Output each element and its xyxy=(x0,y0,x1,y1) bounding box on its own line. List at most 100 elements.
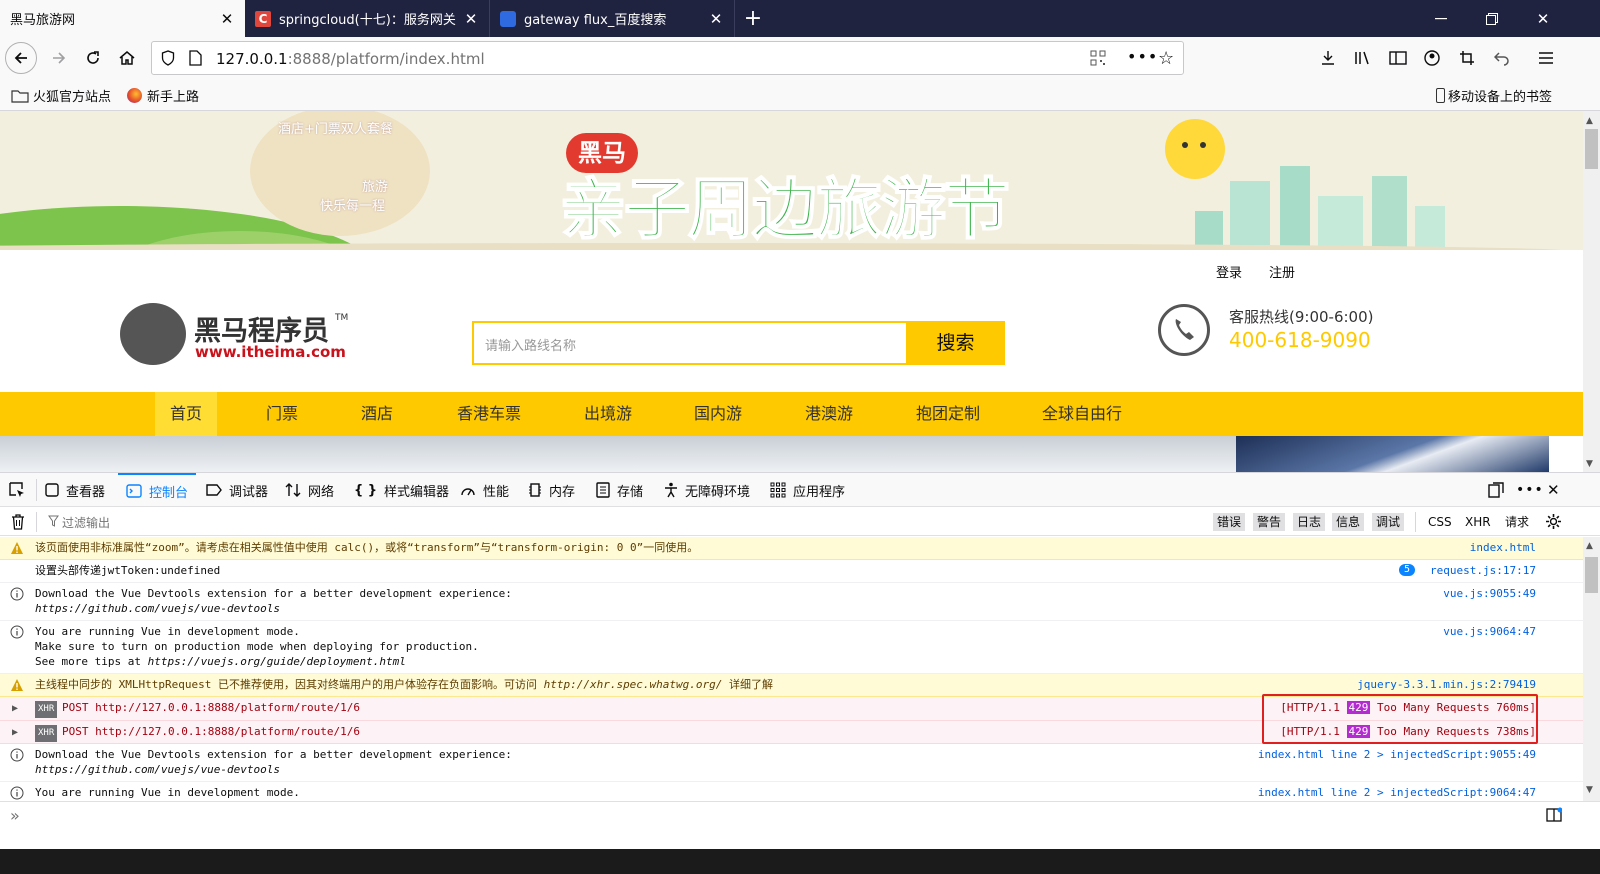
nav-domestic[interactable]: 国内游 xyxy=(685,392,751,436)
tab-style-editor[interactable]: { } 样式编辑器 xyxy=(354,473,449,507)
devtools-more-icon[interactable]: ••• xyxy=(1516,473,1544,507)
filter-errors[interactable]: 错误 xyxy=(1213,513,1246,531)
scroll-down-icon[interactable]: ▼ xyxy=(1586,785,1593,795)
tab-springcloud[interactable]: C springcloud(十七)：服务网关 ✕ xyxy=(245,0,490,37)
search-input[interactable]: 请输入路线名称 xyxy=(472,321,906,365)
nav-tickets[interactable]: 门票 xyxy=(252,392,312,436)
tab-inspector[interactable]: 查看器 xyxy=(45,473,105,507)
register-link[interactable]: 注册 xyxy=(1269,262,1295,281)
page-actions-icon[interactable]: ••• xyxy=(1127,47,1158,66)
bookmark-firefox-site[interactable]: 火狐官方站点 xyxy=(11,86,111,105)
filter-info[interactable]: 信息 xyxy=(1332,513,1365,531)
tab-console[interactable]: 控制台 xyxy=(118,473,197,507)
log-message: Download the Vue Devtools extension for … xyxy=(35,748,512,776)
hamburger-menu-icon[interactable] xyxy=(1530,42,1562,74)
filter-input[interactable]: 过滤输出 xyxy=(62,514,1192,531)
bookmark-getting-started[interactable]: 新手上路 xyxy=(127,86,199,105)
undo-icon[interactable] xyxy=(1486,42,1518,74)
filter-requests[interactable]: 请求 xyxy=(1505,513,1529,531)
nav-hk-bus[interactable]: 香港车票 xyxy=(445,392,533,436)
account-icon[interactable] xyxy=(1416,42,1448,74)
nav-group-custom[interactable]: 抱团定制 xyxy=(905,392,991,436)
log-source-link[interactable]: vue.js:9055:49 xyxy=(1443,586,1536,601)
close-icon[interactable]: ✕ xyxy=(463,11,479,27)
new-tab-plus-icon[interactable]: + xyxy=(735,0,771,37)
minimize-icon[interactable] xyxy=(1418,0,1464,37)
filter-logs[interactable]: 日志 xyxy=(1293,513,1326,531)
shield-icon[interactable] xyxy=(161,50,175,66)
home-icon[interactable] xyxy=(111,42,143,74)
console-input[interactable]: » xyxy=(0,801,1600,847)
tab-network[interactable]: 网络 xyxy=(285,473,334,507)
nav-free-travel[interactable]: 全球自由行 xyxy=(1033,392,1131,436)
url-bar[interactable]: 127.0.0.1:8888/platform/index.html ••• ☆ xyxy=(151,41,1184,75)
back-arrow-icon[interactable] xyxy=(5,42,37,74)
url-text[interactable]: 127.0.0.1:8888/platform/index.html xyxy=(216,50,485,68)
tab-baidu[interactable]: gateway flux_百度搜索 ✕ xyxy=(490,0,735,37)
console-info-row[interactable]: Download the Vue Devtools extension for … xyxy=(0,583,1583,621)
sidebar-icon[interactable] xyxy=(1382,42,1414,74)
dock-side-icon[interactable] xyxy=(1488,473,1504,507)
filter-debug[interactable]: 调试 xyxy=(1372,513,1405,531)
nav-outbound[interactable]: 出境游 xyxy=(575,392,641,436)
scroll-thumb[interactable] xyxy=(1585,557,1598,593)
page-scrollbar[interactable]: ▲ ▼ xyxy=(1583,111,1600,472)
log-source-link[interactable]: request.js:17:17 xyxy=(1430,563,1536,578)
scroll-up-icon[interactable]: ▲ xyxy=(1586,541,1593,551)
filter-warnings[interactable]: 警告 xyxy=(1253,513,1286,531)
scroll-down-icon[interactable]: ▼ xyxy=(1586,459,1593,469)
forward-arrow-icon[interactable] xyxy=(43,42,75,74)
login-link[interactable]: 登录 xyxy=(1216,262,1242,281)
filter-xhr[interactable]: XHR xyxy=(1465,513,1491,531)
tab-memory[interactable]: 内存 xyxy=(528,473,575,507)
tab-heima[interactable]: 黑马旅游网 ✕ xyxy=(0,0,245,37)
console-info-row[interactable]: You are running Vue in development mode.… xyxy=(0,621,1583,674)
scroll-thumb[interactable] xyxy=(1585,129,1598,169)
console-warning-row[interactable]: 该页面使用非标准属性“zoom”。请考虑在相关属性值中使用 calc()，或将“… xyxy=(0,537,1583,560)
tab-accessibility[interactable]: 无障碍环境 xyxy=(664,473,750,507)
devtools-close-icon[interactable]: ✕ xyxy=(1547,473,1560,507)
console-info-row[interactable]: Download the Vue Devtools extension for … xyxy=(0,744,1583,782)
page-info-icon[interactable] xyxy=(189,50,202,66)
search-button[interactable]: 搜索 xyxy=(906,321,1005,365)
log-source-link[interactable]: index.html line 2 > injectedScript:9064:… xyxy=(1258,785,1536,800)
devtools-panel: 查看器 控制台 调试器 网络 { } 样式编辑器 性能 内存 存储 无障碍环境 应… xyxy=(0,472,1600,874)
filter-css[interactable]: CSS xyxy=(1428,513,1452,531)
phone-icon xyxy=(1158,304,1210,356)
editor-mode-icon[interactable] xyxy=(1546,807,1562,823)
promo-banner[interactable]: 酒店+门票双人套餐 旅游 快乐每一程 黑马 亲子周边旅游节 xyxy=(0,111,1583,250)
trash-icon[interactable] xyxy=(11,514,25,530)
tab-application[interactable]: 应用程序 xyxy=(770,473,845,507)
settings-gear-icon[interactable] xyxy=(1545,513,1562,530)
mobile-bookmarks[interactable]: 移动设备上的书签 xyxy=(1436,86,1552,105)
nav-hk-macau[interactable]: 港澳游 xyxy=(796,392,862,436)
expand-arrow-icon[interactable]: ▶ xyxy=(12,701,18,716)
tab-storage[interactable]: 存储 xyxy=(596,473,643,507)
scroll-up-icon[interactable]: ▲ xyxy=(1586,116,1593,126)
console-info-row[interactable]: You are running Vue in development mode.… xyxy=(0,782,1583,801)
restore-icon[interactable] xyxy=(1469,0,1515,37)
log-source-link[interactable]: index.html line 2 > injectedScript:9055:… xyxy=(1258,747,1536,762)
nav-home[interactable]: 首页 xyxy=(155,392,217,436)
expand-arrow-icon[interactable]: ▶ xyxy=(12,725,18,740)
console-log-row[interactable]: 设置头部传递jwtToken:undefined 5 request.js:17… xyxy=(0,560,1583,583)
close-icon[interactable]: ✕ xyxy=(219,11,235,27)
element-picker-icon[interactable] xyxy=(8,473,26,507)
downloads-icon[interactable] xyxy=(1312,42,1344,74)
library-icon[interactable] xyxy=(1347,42,1379,74)
log-source-link[interactable]: jquery-3.3.1.min.js:2:79419 xyxy=(1357,677,1536,692)
screenshot-crop-icon[interactable] xyxy=(1451,42,1483,74)
window-close-icon[interactable]: ✕ xyxy=(1520,0,1566,37)
nav-hotel[interactable]: 酒店 xyxy=(347,392,407,436)
reload-icon[interactable] xyxy=(77,42,109,74)
carousel-thumbnail[interactable] xyxy=(1236,436,1549,472)
bookmark-star-icon[interactable]: ☆ xyxy=(1158,48,1174,69)
log-source-link[interactable]: vue.js:9064:47 xyxy=(1443,624,1536,639)
qr-code-icon[interactable] xyxy=(1090,50,1106,66)
log-source-link[interactable]: index.html xyxy=(1470,540,1536,555)
close-icon[interactable]: ✕ xyxy=(708,11,724,27)
console-scrollbar[interactable]: ▲ ▼ xyxy=(1583,537,1600,801)
tab-performance[interactable]: 性能 xyxy=(460,473,509,507)
bookmarks-toolbar: 火狐官方站点 新手上路 移动设备上的书签 xyxy=(0,79,1600,111)
tab-debugger[interactable]: 调试器 xyxy=(206,473,268,507)
